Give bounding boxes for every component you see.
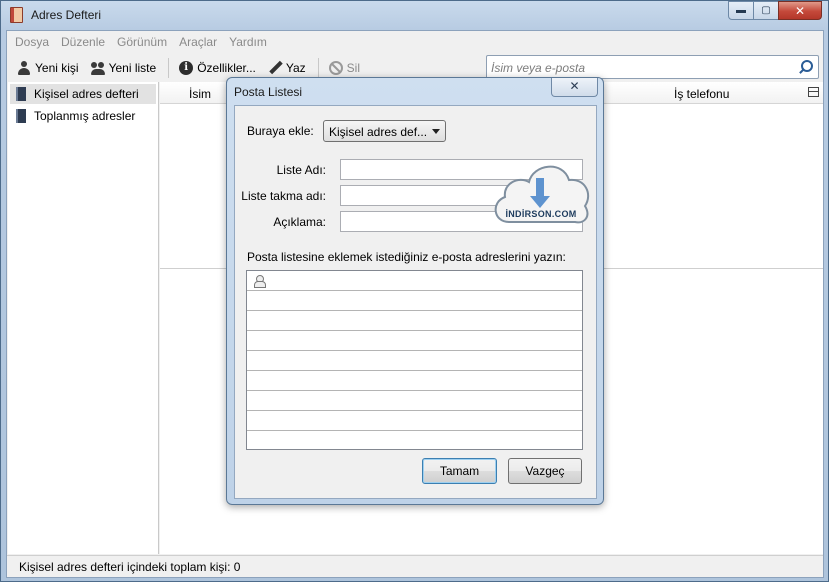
- address-row[interactable]: [247, 431, 582, 451]
- address-row[interactable]: [247, 351, 582, 371]
- address-row[interactable]: [247, 291, 582, 311]
- column-name[interactable]: İsim: [189, 87, 211, 101]
- address-row[interactable]: [247, 311, 582, 331]
- list-name-label: Liste Adı:: [276, 163, 326, 177]
- status-bar: Kişisel adres defteri içindeki toplam ki…: [7, 555, 823, 577]
- minimize-button[interactable]: ▬: [728, 1, 754, 20]
- address-list[interactable]: [246, 270, 583, 450]
- person-icon: [254, 275, 266, 288]
- column-picker-icon[interactable]: [808, 87, 819, 97]
- search-icon[interactable]: [798, 60, 813, 74]
- cancel-button[interactable]: Vazgeç: [508, 458, 582, 484]
- address-book-icon: [10, 7, 23, 23]
- properties-button[interactable]: i Özellikler...: [179, 61, 256, 75]
- write-button[interactable]: Yaz: [268, 61, 306, 75]
- search-placeholder: İsim veya e-posta: [491, 61, 586, 75]
- toolbar-separator: [317, 58, 319, 78]
- sidebar-item-label: Kişisel adres defteri: [34, 87, 139, 101]
- window-title: Adres Defteri: [31, 8, 102, 22]
- person-icon: [17, 61, 31, 75]
- delete-button[interactable]: Sil: [328, 61, 361, 75]
- description-label: Açıklama:: [273, 215, 326, 229]
- cloud-download-icon: [494, 165, 590, 224]
- new-list-label: Yeni liste: [108, 61, 157, 75]
- toolbar-separator: [168, 58, 170, 78]
- menu-bar: Dosya Düzenle Görünüm Araçlar Yardım: [7, 31, 823, 53]
- menu-tools[interactable]: Araçlar: [179, 35, 217, 49]
- pen-icon: [268, 61, 282, 75]
- address-book-select[interactable]: Kişisel adres def...: [323, 120, 446, 142]
- maximize-button[interactable]: ▢: [753, 1, 779, 20]
- menu-file[interactable]: Dosya: [15, 35, 49, 49]
- caption-buttons: ▬ ▢ ✕: [728, 1, 822, 21]
- menu-help[interactable]: Yardım: [229, 35, 267, 49]
- search-input[interactable]: İsim veya e-posta: [486, 55, 819, 79]
- address-book-select-value: Kişisel adres def...: [329, 125, 428, 139]
- mailing-list-dialog: Posta Listesi ✕ Buraya ekle: Kişisel adr…: [226, 77, 604, 505]
- watermark-text: İNDİRSON.COM: [505, 209, 577, 219]
- address-row[interactable]: [247, 391, 582, 411]
- new-contact-button[interactable]: Yeni kişi: [17, 61, 79, 75]
- address-row[interactable]: [247, 411, 582, 431]
- address-row[interactable]: [247, 371, 582, 391]
- delete-label: Sil: [346, 61, 361, 75]
- group-icon: [90, 61, 105, 75]
- add-to-label: Buraya ekle:: [247, 124, 314, 138]
- address-hint: Posta listesine eklemek istediğiniz e-po…: [247, 250, 566, 264]
- new-contact-label: Yeni kişi: [35, 61, 79, 75]
- chevron-down-icon: [432, 129, 440, 134]
- address-book-sidebar: Kişisel adres defteri Toplanmış adresler: [8, 82, 159, 554]
- address-row[interactable]: [247, 271, 582, 291]
- address-book-icon: [16, 87, 26, 101]
- menu-edit[interactable]: Düzenle: [61, 35, 105, 49]
- sidebar-item-label: Toplanmış adresler: [34, 109, 136, 123]
- address-book-icon: [16, 109, 26, 123]
- sidebar-item-personal[interactable]: Kişisel adres defteri: [10, 84, 156, 104]
- dialog-title: Posta Listesi: [234, 85, 303, 99]
- info-icon: i: [179, 61, 194, 75]
- delete-disabled-icon: [328, 61, 343, 75]
- sidebar-item-collected[interactable]: Toplanmış adresler: [10, 106, 156, 126]
- close-button[interactable]: ✕: [778, 1, 822, 20]
- list-nickname-label: Liste takma adı:: [241, 189, 326, 203]
- menu-view[interactable]: Görünüm: [117, 35, 167, 49]
- watermark-logo: İNDİRSON.COM: [489, 156, 593, 232]
- ok-button[interactable]: Tamam: [422, 458, 497, 484]
- address-row[interactable]: [247, 331, 582, 351]
- properties-label: Özellikler...: [197, 61, 256, 75]
- write-label: Yaz: [285, 61, 306, 75]
- title-bar[interactable]: Adres Defteri ▬ ▢ ✕: [1, 1, 828, 29]
- column-work-phone[interactable]: İş telefonu: [674, 87, 729, 101]
- dialog-close-button[interactable]: ✕: [551, 78, 598, 97]
- new-list-button[interactable]: Yeni liste: [90, 61, 157, 75]
